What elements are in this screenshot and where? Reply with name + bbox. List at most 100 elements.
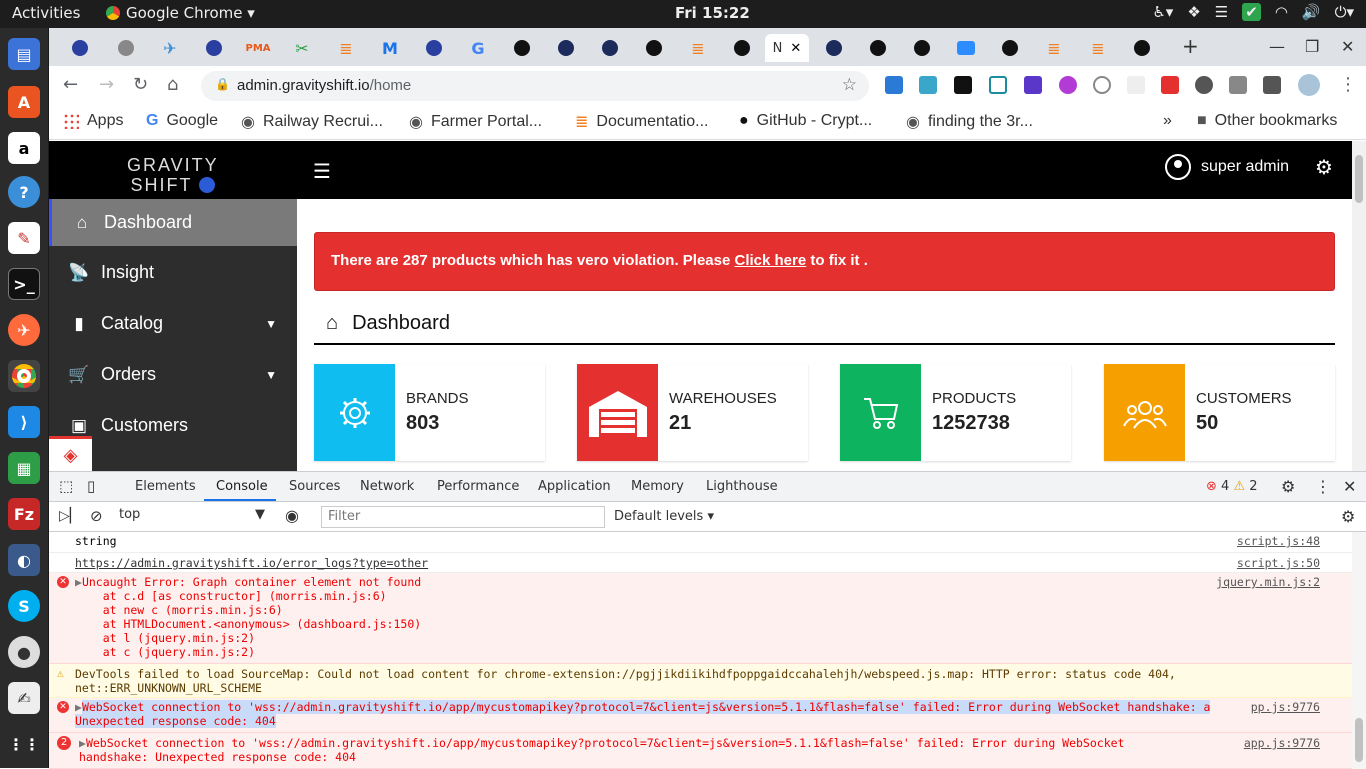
extension-icon[interactable] bbox=[1229, 76, 1247, 94]
tab[interactable] bbox=[193, 34, 235, 62]
tab[interactable]: M bbox=[369, 34, 411, 62]
tab[interactable]: ≣ bbox=[325, 34, 367, 62]
bookmark-railway[interactable]: ◉ Railway Recrui... bbox=[241, 112, 383, 132]
error-text[interactable]: ▶WebSocket connection to 'wss://admin.gr… bbox=[75, 700, 1211, 714]
console-scrollbar[interactable] bbox=[1352, 532, 1366, 769]
tab[interactable] bbox=[589, 34, 631, 62]
postman-icon[interactable]: ✈ bbox=[8, 314, 40, 346]
profile-avatar[interactable] bbox=[1298, 74, 1320, 96]
maximize-button[interactable]: ❐ bbox=[1305, 37, 1319, 56]
tab-network[interactable]: Network bbox=[360, 479, 414, 494]
warning-text[interactable]: DevTools failed to load SourceMap: Could… bbox=[75, 667, 1176, 681]
mysql-workbench-icon[interactable]: ◐ bbox=[8, 544, 40, 576]
settings-gears-icon[interactable]: ⚙ bbox=[1315, 155, 1333, 179]
message-link[interactable]: https://admin.gravityshift.io/error_logs… bbox=[75, 556, 428, 570]
tab[interactable]: ✂ bbox=[281, 34, 323, 62]
console-settings-icon[interactable]: ⚙ bbox=[1341, 507, 1355, 526]
sidebar-item-dashboard[interactable]: ⌂ Dashboard bbox=[49, 199, 297, 246]
scrollbar-thumb[interactable] bbox=[1355, 718, 1363, 762]
stack-frame[interactable]: at HTMLDocument.<anonymous> (dashboard.j… bbox=[75, 617, 422, 631]
tab[interactable] bbox=[813, 34, 855, 62]
minimize-button[interactable]: — bbox=[1269, 37, 1285, 56]
tab[interactable] bbox=[945, 34, 987, 62]
dropbox-icon[interactable]: ❖ bbox=[1187, 3, 1200, 21]
tab[interactable] bbox=[105, 34, 147, 62]
address-bar[interactable]: 🔒 admin.gravityshift.io/home ☆ bbox=[201, 71, 869, 101]
stack-frame[interactable]: at c (jquery.min.js:2) bbox=[75, 645, 255, 659]
console-filter-input[interactable]: Filter bbox=[321, 506, 605, 528]
tab-performance[interactable]: Performance bbox=[437, 479, 519, 494]
error-text[interactable]: ▶Uncaught Error: Graph container element… bbox=[75, 575, 421, 589]
tab[interactable]: ≣ bbox=[1077, 34, 1119, 62]
tab[interactable] bbox=[501, 34, 543, 62]
bookmark-github[interactable]: ● GitHub - Crypt... bbox=[739, 112, 872, 130]
message-source-link[interactable]: app.js:9776 bbox=[1244, 736, 1320, 750]
document-viewer-icon[interactable]: ✎ bbox=[8, 222, 40, 254]
other-bookmarks[interactable]: ■ Other bookmarks bbox=[1197, 112, 1337, 130]
clear-console-icon[interactable]: ⊘ bbox=[90, 507, 103, 525]
laravel-debugbar-icon[interactable]: ◈ bbox=[49, 436, 92, 471]
tab[interactable] bbox=[1121, 34, 1163, 62]
tab-elements[interactable]: Elements bbox=[135, 479, 196, 494]
stat-card-products[interactable]: PRODUCTS 1252738 bbox=[840, 364, 1071, 461]
tab[interactable] bbox=[857, 34, 899, 62]
new-tab-button[interactable]: + bbox=[1182, 34, 1199, 58]
tab[interactable]: G bbox=[457, 34, 499, 62]
message-source-link[interactable]: script.js:48 bbox=[1237, 534, 1320, 548]
stack-frame[interactable]: at new c (morris.min.js:6) bbox=[75, 603, 283, 617]
menu-icon[interactable]: ☰ bbox=[1215, 3, 1228, 21]
stat-card-brands[interactable]: BRANDS 803 bbox=[314, 364, 545, 461]
extension-icon[interactable] bbox=[989, 76, 1007, 94]
tab-lighthouse[interactable]: Lighthouse bbox=[706, 479, 778, 494]
tab-application[interactable]: Application bbox=[538, 479, 611, 494]
bookmark-farmer[interactable]: ◉ Farmer Portal... bbox=[409, 112, 542, 132]
skype-icon[interactable]: S bbox=[8, 590, 40, 622]
tab-memory[interactable]: Memory bbox=[631, 479, 684, 494]
error-text[interactable]: ▶WebSocket connection to 'wss://admin.gr… bbox=[79, 736, 1124, 750]
extension-icon[interactable] bbox=[1024, 76, 1042, 94]
lock-icon[interactable]: 🔒 bbox=[215, 77, 230, 91]
context-select[interactable]: top ▼ bbox=[119, 507, 271, 527]
bookmark-apps[interactable]: Apps bbox=[63, 112, 123, 130]
tab[interactable] bbox=[413, 34, 455, 62]
help-icon[interactable]: ? bbox=[8, 176, 40, 208]
stat-card-warehouses[interactable]: WAREHOUSES 21 bbox=[577, 364, 808, 461]
bookmark-docs[interactable]: ≣ Documentatio... bbox=[575, 112, 708, 132]
text-editor-icon[interactable]: ✍ bbox=[8, 682, 40, 714]
tab-sources[interactable]: Sources bbox=[289, 479, 340, 494]
stack-frame[interactable]: at l (jquery.min.js:2) bbox=[75, 631, 255, 645]
volume-icon[interactable]: 🔊 bbox=[1302, 3, 1321, 21]
system-tray[interactable]: ♿▾ ❖ ☰ ✔ ◠ 🔊 ⏻▾ bbox=[1152, 3, 1354, 21]
forward-button[interactable]: → bbox=[99, 74, 114, 95]
page-scrollbar[interactable] bbox=[1352, 141, 1366, 471]
update-icon[interactable]: ✔ bbox=[1242, 3, 1261, 21]
software-icon[interactable]: A bbox=[8, 86, 40, 118]
sidebar-item-catalog[interactable]: ▮ Catalog ▼ bbox=[49, 300, 297, 347]
stack-frame[interactable]: at c.d [as constructor] (morris.min.js:6… bbox=[75, 589, 387, 603]
bookmarks-overflow[interactable]: » bbox=[1163, 112, 1172, 130]
tab[interactable]: ≣ bbox=[677, 34, 719, 62]
extension-icon[interactable] bbox=[1127, 76, 1145, 94]
extension-icon[interactable] bbox=[1195, 76, 1213, 94]
message-source-link[interactable]: jquery.min.js:2 bbox=[1216, 575, 1320, 589]
accessibility-icon[interactable]: ♿▾ bbox=[1152, 3, 1173, 21]
tab[interactable] bbox=[633, 34, 675, 62]
spreadsheet-icon[interactable]: ▦ bbox=[8, 452, 40, 484]
tab[interactable]: ≣ bbox=[1033, 34, 1075, 62]
sidebar-item-insight[interactable]: 📡 Insight bbox=[49, 249, 297, 296]
inspect-element-icon[interactable]: ⬚ bbox=[59, 477, 73, 495]
bookmark-finding[interactable]: ◉ finding the 3r... bbox=[906, 112, 1033, 132]
message-source-link[interactable]: script.js:50 bbox=[1237, 556, 1320, 570]
tab-active[interactable]: N ✕ bbox=[765, 34, 809, 62]
vscode-icon[interactable]: ⟩ bbox=[8, 406, 40, 438]
extension-icon[interactable] bbox=[919, 76, 937, 94]
extension-icon[interactable] bbox=[954, 76, 972, 94]
tab[interactable] bbox=[545, 34, 587, 62]
activities-button[interactable]: Activities bbox=[12, 4, 80, 22]
log-levels-dropdown[interactable]: Default levels ▾ bbox=[614, 509, 714, 524]
site-logo[interactable]: GRAVITY SHIFT bbox=[127, 155, 219, 195]
bookmark-google[interactable]: G Google bbox=[146, 112, 218, 130]
terminal-icon[interactable]: >_ bbox=[8, 268, 40, 300]
message-source-link[interactable]: pp.js:9776 bbox=[1251, 700, 1320, 714]
app-menu[interactable]: Google Chrome ▾ bbox=[106, 4, 255, 22]
